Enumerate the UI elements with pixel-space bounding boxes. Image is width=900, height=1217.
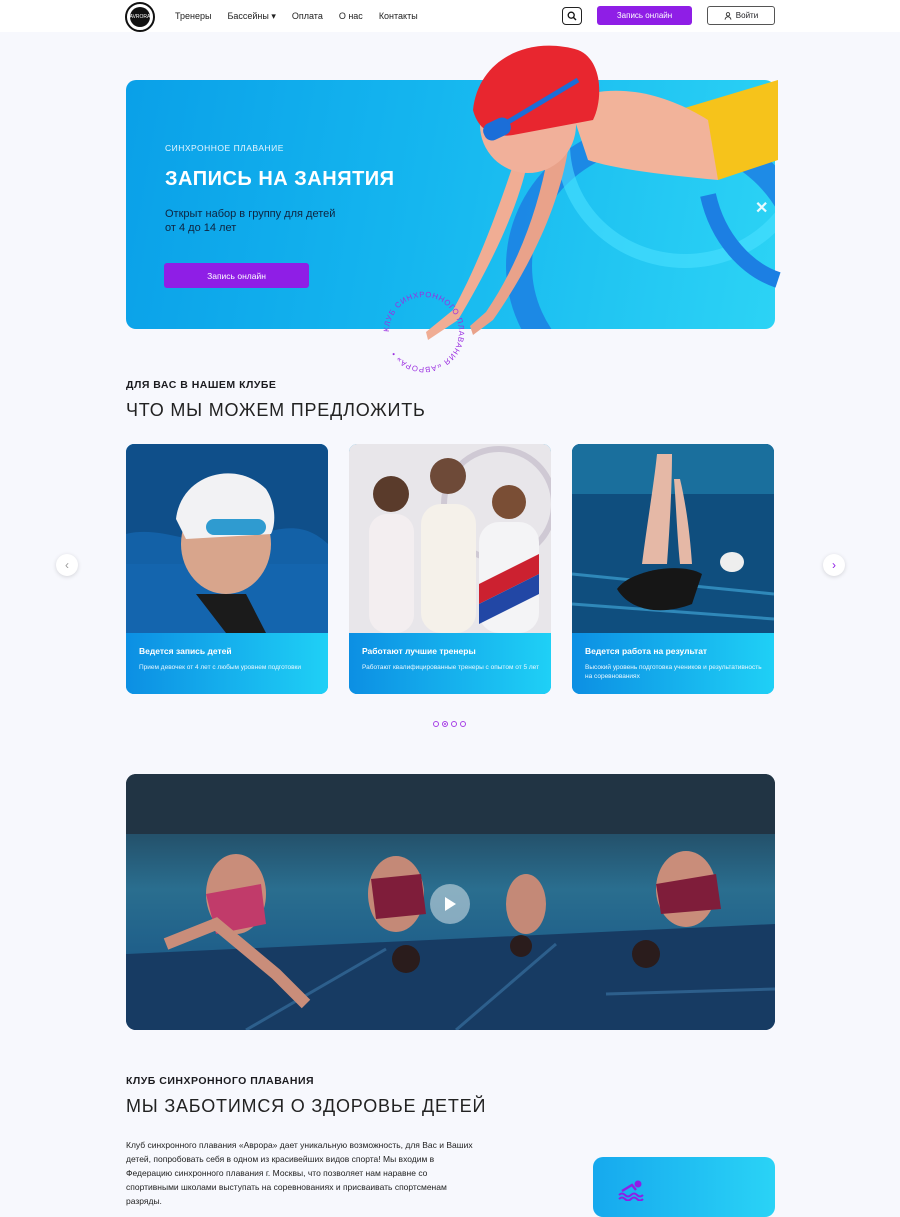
offer-card[interactable]: Ведется работа на результат Высокий уров…	[572, 444, 774, 694]
hero-signup-button[interactable]: Запись онлайн	[164, 263, 309, 288]
card-text: Высокий уровень подготовка учеников и ре…	[585, 664, 762, 680]
card-title: Работают лучшие тренеры	[362, 646, 476, 656]
card-photo	[572, 444, 774, 633]
carousel-next-button[interactable]: ›	[823, 554, 845, 576]
hero-subtitle-line: Открыт набор в группу для детей	[165, 208, 336, 220]
offer-card[interactable]: Ведется запись детей Прием девочек от 4 …	[126, 444, 328, 694]
pagination-dot[interactable]	[460, 721, 466, 727]
play-button[interactable]	[430, 884, 470, 924]
search-icon	[567, 11, 577, 21]
svg-text:КЛУБ СИНХРОННОГО ПЛАВАНИЯ «АВР: КЛУБ СИНХРОННОГО ПЛАВАНИЯ «АВРОРА» •	[382, 290, 466, 374]
hero-subtitle-line: от 4 до 14 лет	[165, 222, 237, 234]
card-body: Ведется работа на результат Высокий уров…	[572, 633, 774, 694]
login-button[interactable]: Войти	[707, 6, 775, 25]
chevron-left-icon: ‹	[65, 558, 69, 572]
offer-card[interactable]: Работают лучшие тренеры Работают квалифи…	[349, 444, 551, 694]
play-icon	[445, 897, 456, 911]
nav-item-contacts[interactable]: Контакты	[379, 11, 418, 21]
pagination-dot[interactable]	[433, 721, 439, 727]
swimmer-icon	[618, 1180, 644, 1201]
offer-eyebrow: ДЛЯ ВАС В НАШЕМ КЛУБЕ	[126, 379, 277, 391]
card-body: Работают лучшие тренеры Работают квалифи…	[349, 633, 551, 694]
card-text: Работают квалифицированные тренеры с опы…	[362, 664, 540, 671]
nav-item-trainers[interactable]: Тренеры	[175, 11, 211, 21]
carousel-pagination	[433, 721, 466, 727]
hero-title: ЗАПИСЬ НА ЗАНЯТИЯ	[165, 168, 395, 190]
club-circle-badge: КЛУБ СИНХРОННОГО ПЛАВАНИЯ «АВРОРА» •	[382, 290, 466, 374]
circle-badge-text: КЛУБ СИНХРОННОГО ПЛАВАНИЯ «АВРОРА» •	[382, 290, 465, 374]
nav-item-pools[interactable]: Бассейны ▾	[227, 11, 275, 22]
hero-subtitle: Открыт набор в группу для детей от 4 до …	[165, 207, 385, 235]
site-header: AVRORA Тренеры Бассейны ▾ Оплата О нас К…	[0, 0, 900, 32]
card-text: Прием девочек от 4 лет с любым уровнем п…	[139, 664, 302, 671]
chevron-right-icon: ›	[832, 558, 836, 572]
about-eyebrow: КЛУБ СИНХРОННОГО ПЛАВАНИЯ	[126, 1075, 315, 1087]
pagination-dot-active[interactable]	[442, 721, 448, 727]
about-title: МЫ ЗАБОТИМСЯ О ЗДОРОВЬЕ ДЕТЕЙ	[126, 1096, 487, 1116]
user-icon	[724, 11, 732, 20]
logo-text: AVRORA	[130, 7, 150, 27]
nav-item-about[interactable]: О нас	[339, 11, 363, 21]
carousel-prev-button[interactable]: ‹	[56, 554, 78, 576]
card-title: Ведется работа на результат	[585, 646, 708, 656]
card-body: Ведется запись детей Прием девочек от 4 …	[126, 633, 328, 694]
pagination-dot[interactable]	[451, 721, 457, 727]
swimmer-image	[426, 45, 781, 340]
nav-item-payment[interactable]: Оплата	[292, 11, 323, 21]
club-logo[interactable]: AVRORA	[125, 2, 155, 32]
signup-online-button[interactable]: Запись онлайн	[597, 6, 692, 25]
login-label: Войти	[735, 11, 759, 20]
card-photo	[349, 444, 551, 633]
hero-eyebrow: СИНХРОННОЕ ПЛАВАНИЕ	[165, 143, 284, 153]
about-text: Клуб синхронного плавания «Аврора» дает …	[126, 1140, 473, 1206]
offer-title: ЧТО МЫ МОЖЕМ ПРЕДЛОЖИТЬ	[126, 400, 426, 420]
feature-card	[593, 1157, 775, 1217]
main-nav: Тренеры Бассейны ▾ Оплата О нас Контакты	[175, 0, 418, 32]
card-photo	[126, 444, 328, 633]
search-button[interactable]	[562, 7, 582, 25]
card-title: Ведется запись детей	[139, 646, 232, 656]
